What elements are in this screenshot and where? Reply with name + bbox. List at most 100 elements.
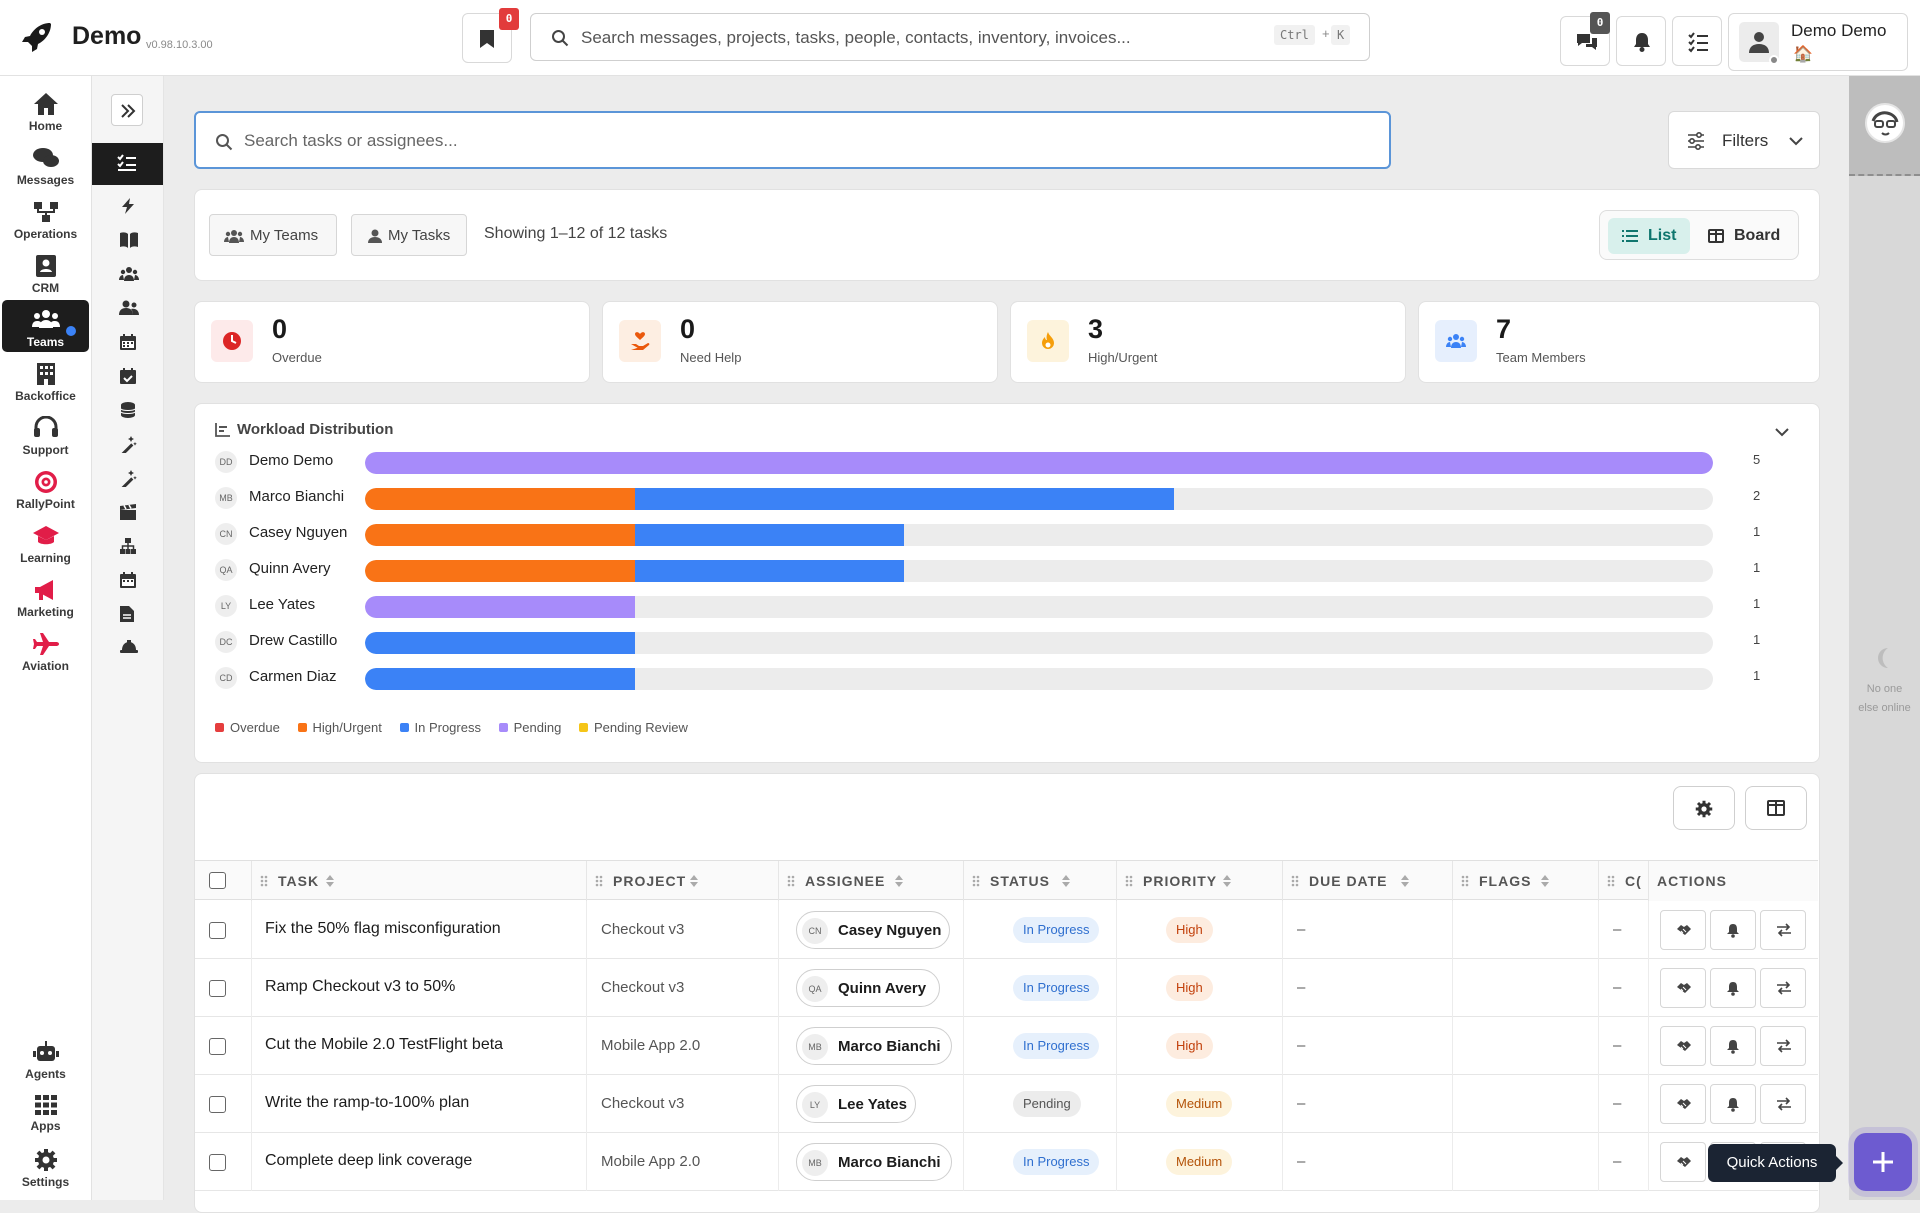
- sub-nav-events[interactable]: [112, 564, 144, 596]
- stat-card-overdue[interactable]: 0 Overdue: [194, 301, 590, 383]
- nav-item-support[interactable]: Support: [2, 408, 89, 460]
- assignee-chip[interactable]: LY Lee Yates: [796, 1085, 916, 1123]
- table-row[interactable]: Cut the Mobile 2.0 TestFlight beta Mobile…: [195, 1017, 1818, 1075]
- sub-nav-org-chart[interactable]: [112, 530, 144, 562]
- nav-item-apps[interactable]: Apps: [2, 1086, 89, 1138]
- sub-nav-tasks[interactable]: [92, 143, 163, 185]
- member-name[interactable]: Demo Demo: [249, 452, 333, 469]
- nav-item-crm[interactable]: CRM: [2, 246, 89, 298]
- task-project[interactable]: Mobile App 2.0: [601, 1037, 700, 1054]
- help-request-button[interactable]: [1660, 968, 1706, 1008]
- priority-badge[interactable]: High: [1166, 975, 1213, 1001]
- remind-button[interactable]: [1710, 1026, 1756, 1066]
- sub-nav-members[interactable]: [112, 292, 144, 324]
- column-header-due-date[interactable]: DUE DATE: [1282, 861, 1452, 901]
- remind-button[interactable]: [1710, 910, 1756, 950]
- priority-badge[interactable]: High: [1166, 1033, 1213, 1059]
- status-badge[interactable]: In Progress: [1013, 1033, 1100, 1059]
- tasks-button[interactable]: [1672, 16, 1722, 66]
- remind-button[interactable]: [1710, 968, 1756, 1008]
- sub-nav-budget[interactable]: [112, 394, 144, 426]
- filters-button[interactable]: Filters: [1668, 111, 1820, 169]
- stat-card-need-help[interactable]: 0 Need Help: [602, 301, 998, 383]
- sub-nav-teams[interactable]: [112, 258, 144, 290]
- help-request-button[interactable]: [1660, 1084, 1706, 1124]
- task-title[interactable]: Write the ramp-to-100% plan: [265, 1094, 469, 1112]
- drag-handle-icon[interactable]: [787, 875, 795, 887]
- nav-item-backoffice[interactable]: Backoffice: [2, 354, 89, 406]
- column-header-comments[interactable]: C(: [1598, 861, 1648, 901]
- table-row[interactable]: Complete deep link coverage Mobile App 2.…: [195, 1133, 1818, 1191]
- sub-nav-ai[interactable]: [112, 462, 144, 494]
- table-row[interactable]: Fix the 50% flag misconfiguration Checkou…: [195, 901, 1818, 959]
- assignee-chip[interactable]: QA Quinn Avery: [796, 969, 940, 1007]
- member-name[interactable]: Marco Bianchi: [249, 488, 344, 505]
- member-name[interactable]: Lee Yates: [249, 596, 315, 613]
- member-name[interactable]: Carmen Diaz: [249, 668, 337, 685]
- select-all-checkbox[interactable]: [209, 872, 226, 889]
- assignee-chip[interactable]: CN Casey Nguyen: [796, 911, 950, 949]
- help-request-button[interactable]: [1660, 910, 1706, 950]
- column-header-project[interactable]: PROJECT: [586, 861, 778, 901]
- nav-item-learning[interactable]: Learning: [2, 516, 89, 568]
- assignee-chip[interactable]: MB Marco Bianchi: [796, 1143, 952, 1181]
- user-menu[interactable]: Demo Demo 🏠: [1728, 13, 1908, 71]
- nav-item-teams[interactable]: Teams: [2, 300, 89, 352]
- status-badge[interactable]: In Progress: [1013, 1149, 1100, 1175]
- sub-nav-activity[interactable]: [112, 190, 144, 222]
- table-row[interactable]: Write the ramp-to-100% plan Checkout v3 LY…: [195, 1075, 1818, 1133]
- task-project[interactable]: Mobile App 2.0: [601, 1153, 700, 1170]
- member-name[interactable]: Drew Castillo: [249, 632, 337, 649]
- drag-handle-icon[interactable]: [260, 875, 268, 887]
- stat-card-high-urgent[interactable]: 3 High/Urgent: [1010, 301, 1406, 383]
- column-header-priority[interactable]: PRIORITY: [1116, 861, 1282, 901]
- priority-badge[interactable]: Medium: [1166, 1091, 1233, 1117]
- task-title[interactable]: Complete deep link coverage: [265, 1152, 472, 1170]
- nav-item-home[interactable]: Home: [2, 84, 89, 136]
- notifications-button[interactable]: [1616, 16, 1666, 66]
- task-project[interactable]: Checkout v3: [601, 921, 684, 938]
- task-title[interactable]: Ramp Checkout v3 to 50%: [265, 978, 455, 996]
- board-view-button[interactable]: Board: [1700, 218, 1792, 254]
- member-name[interactable]: Quinn Avery: [249, 560, 330, 577]
- expand-sidebar-button[interactable]: [111, 94, 143, 126]
- sub-nav-automation[interactable]: [112, 428, 144, 460]
- row-checkbox[interactable]: [209, 1154, 226, 1171]
- nav-item-aviation[interactable]: Aviation: [2, 624, 89, 676]
- assignee-chip[interactable]: MB Marco Bianchi: [796, 1027, 952, 1065]
- sub-nav-documents[interactable]: [112, 598, 144, 630]
- column-header-flags[interactable]: FLAGS: [1452, 861, 1598, 901]
- column-header-assignee[interactable]: ASSIGNEE: [778, 861, 963, 901]
- nav-item-rallypoint[interactable]: RallyPoint: [2, 462, 89, 514]
- task-search-input[interactable]: Search tasks or assignees...: [194, 111, 1391, 169]
- columns-layout-button[interactable]: [1745, 786, 1807, 830]
- nav-item-messages[interactable]: Messages: [2, 138, 89, 190]
- nav-item-operations[interactable]: Operations: [2, 192, 89, 244]
- column-header-task[interactable]: TASK: [251, 861, 586, 901]
- table-settings-button[interactable]: [1673, 786, 1735, 830]
- drag-handle-icon[interactable]: [1461, 875, 1469, 887]
- my-teams-filter-button[interactable]: My Teams: [209, 214, 337, 256]
- task-project[interactable]: Checkout v3: [601, 1095, 684, 1112]
- task-title[interactable]: Fix the 50% flag misconfiguration: [265, 920, 501, 938]
- drag-handle-icon[interactable]: [1125, 875, 1133, 887]
- reassign-button[interactable]: [1760, 910, 1806, 950]
- sort-icon[interactable]: [895, 875, 903, 887]
- quick-actions-button[interactable]: [1854, 1133, 1912, 1191]
- drag-handle-icon[interactable]: [1607, 875, 1615, 887]
- task-title[interactable]: Cut the Mobile 2.0 TestFlight beta: [265, 1036, 503, 1054]
- chevron-down-icon[interactable]: [1775, 427, 1789, 437]
- remind-button[interactable]: [1710, 1084, 1756, 1124]
- drag-handle-icon[interactable]: [972, 875, 980, 887]
- reassign-button[interactable]: [1760, 1084, 1806, 1124]
- row-checkbox[interactable]: [209, 980, 226, 997]
- nav-item-agents[interactable]: Agents: [2, 1032, 89, 1084]
- sub-nav-wiki[interactable]: [112, 224, 144, 256]
- sort-icon[interactable]: [1062, 875, 1070, 887]
- reassign-button[interactable]: [1760, 968, 1806, 1008]
- drag-handle-icon[interactable]: [1291, 875, 1299, 887]
- app-name[interactable]: Demo: [72, 22, 141, 51]
- status-badge[interactable]: In Progress: [1013, 975, 1100, 1001]
- drag-handle-icon[interactable]: [595, 875, 603, 887]
- nav-item-marketing[interactable]: Marketing: [2, 570, 89, 622]
